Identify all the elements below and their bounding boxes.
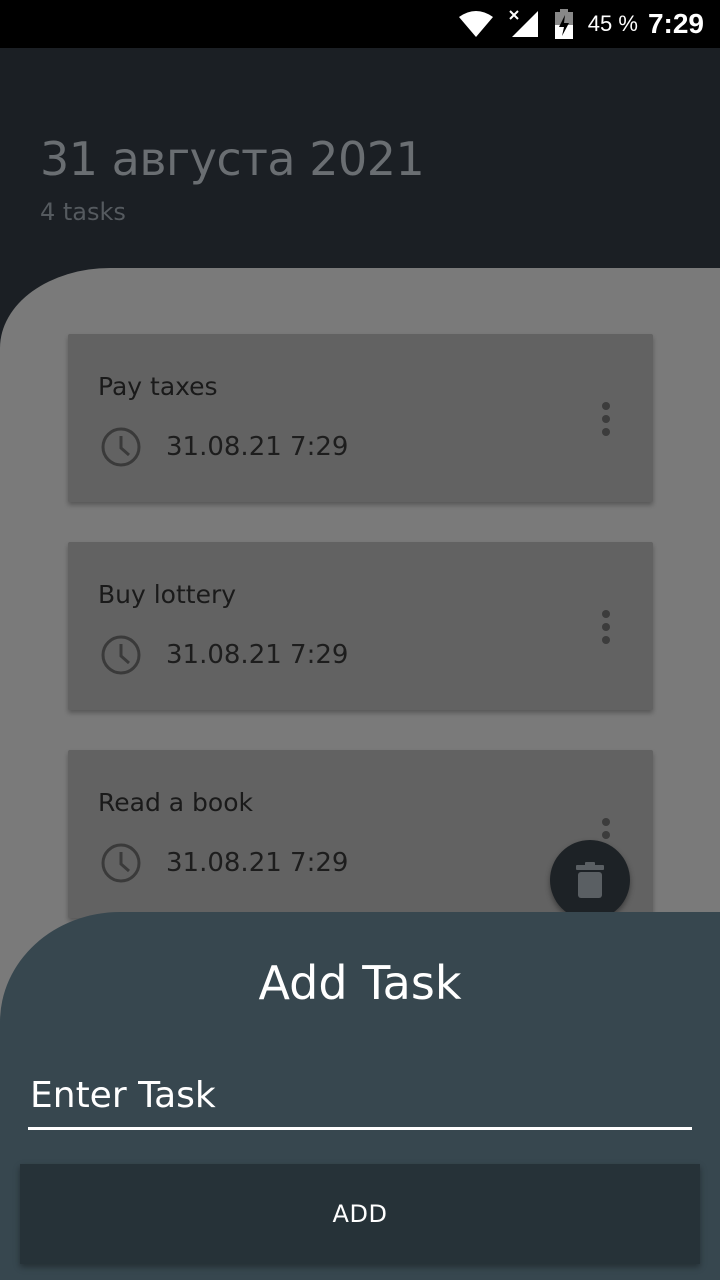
clock-icon (101, 843, 141, 883)
wifi-icon (458, 10, 494, 38)
task-time: 31.08.21 7:29 (166, 432, 349, 462)
status-bar: 45 % 7:29 (0, 0, 720, 48)
add-task-sheet: Add Task ADD (0, 912, 720, 1280)
add-button[interactable]: ADD (20, 1164, 700, 1264)
task-title: Read a book (98, 788, 253, 817)
battery-icon (554, 9, 574, 39)
more-vert-icon[interactable] (599, 402, 613, 438)
clock-icon (101, 635, 141, 675)
sheet-title: Add Task (258, 956, 462, 1010)
trash-icon (576, 862, 604, 898)
battery-percent: 45 % (587, 11, 638, 36)
clock-time: 7:29 (647, 8, 704, 39)
task-input[interactable] (28, 1072, 692, 1130)
delete-fab[interactable] (550, 840, 630, 920)
date-title: 31 августа 2021 (40, 132, 425, 186)
clock-icon (101, 427, 141, 467)
tasks-count: 4 tasks (40, 198, 126, 226)
more-vert-icon[interactable] (599, 610, 613, 646)
signal-icon (508, 9, 540, 39)
task-time: 31.08.21 7:29 (166, 640, 349, 670)
task-title: Pay taxes (98, 372, 218, 401)
task-card[interactable]: Buy lottery 31.08.21 7:29 (68, 542, 653, 710)
task-title: Buy lottery (98, 580, 237, 609)
task-time: 31.08.21 7:29 (166, 848, 349, 878)
task-card[interactable]: Pay taxes 31.08.21 7:29 (68, 334, 653, 502)
